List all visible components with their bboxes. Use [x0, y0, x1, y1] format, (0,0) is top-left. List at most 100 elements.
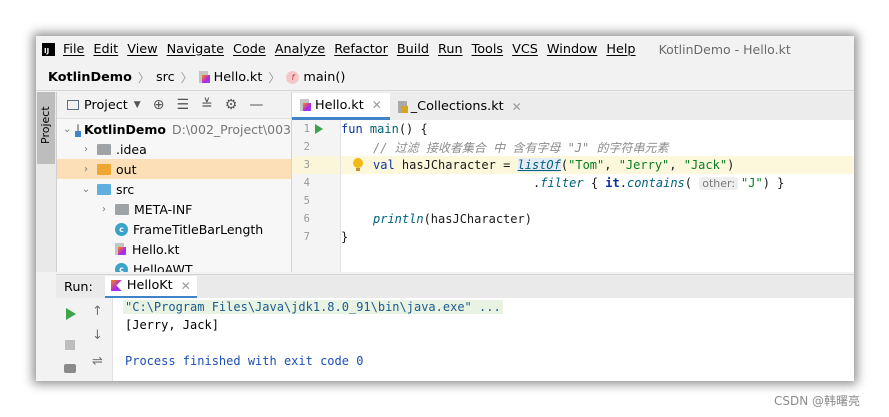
collapse-all-icon[interactable]: ≚	[201, 97, 213, 113]
code-line: val hasJCharacter = listOf("Tom", "Jerry…	[341, 156, 854, 174]
logo-text: IJ	[44, 46, 50, 55]
breadcrumb: KotlinDemo 〉 src 〉 Hello.kt 〉 f main()	[36, 64, 854, 91]
project-panel: Project ▼ ⊕ ☰ ≚ ⚙ — ⌄ KotlinDemo D:\002_…	[57, 92, 292, 272]
keyword: val	[373, 158, 395, 172]
dropdown-caret-icon[interactable]: ▼	[134, 100, 141, 110]
function-name: filter	[540, 176, 584, 190]
tree-item-hello-kt[interactable]: Hello.kt	[57, 239, 291, 259]
soft-wrap-icon[interactable]: ⇌	[92, 354, 103, 369]
minimize-icon[interactable]: —	[249, 97, 263, 113]
locate-target-icon[interactable]: ⊕	[153, 97, 165, 113]
menu-edit[interactable]: Edit	[93, 42, 118, 57]
code-editor[interactable]: fun main() { // 过滤 接收者集合 中 含有字母 "J" 的字符串…	[340, 120, 854, 272]
gear-icon[interactable]: ⚙	[225, 97, 238, 113]
stop-icon[interactable]	[65, 340, 75, 350]
close-icon[interactable]: ✕	[181, 279, 191, 293]
code-line: fun main() {	[341, 120, 854, 138]
library-file-icon	[397, 100, 408, 113]
menu-code[interactable]: Code	[233, 42, 266, 57]
arrow-down-icon[interactable]: ↓	[92, 328, 103, 343]
tree-item-label: META-INF	[134, 201, 193, 217]
tree-item-idea[interactable]: › .idea	[57, 139, 291, 159]
parameter-hint: other:	[699, 176, 739, 190]
arrow-up-icon[interactable]: ↑	[92, 304, 103, 319]
tab-collections-kt[interactable]: _Collections.kt ✕	[390, 93, 530, 120]
run-panel-header: Run: HelloKt ✕	[56, 274, 854, 300]
menu-help[interactable]: Help	[606, 42, 635, 57]
folder-icon	[97, 143, 111, 155]
chevron-right-icon[interactable]: ›	[81, 164, 91, 175]
menu-vcs[interactable]: VCS	[512, 42, 538, 57]
line-number: 4	[303, 177, 310, 189]
watermark: CSDN @韩曙亮	[774, 394, 861, 408]
tree-item-kotlindemo[interactable]: ⌄ KotlinDemo D:\002_Project\003	[57, 119, 291, 139]
code-text: ,	[669, 158, 684, 172]
tree-item-frametitlebarlength[interactable]: c FrameTitleBarLength	[57, 219, 291, 239]
run-gutter-icon[interactable]	[315, 124, 323, 134]
menu-navigate[interactable]: Navigate	[167, 42, 224, 57]
line-number: 6	[303, 213, 310, 225]
project-panel-title[interactable]: Project	[84, 98, 128, 113]
project-view-icon	[67, 100, 79, 110]
code-text: ) }	[762, 176, 785, 190]
tab-label: _Collections.kt	[410, 99, 504, 114]
menu-tools[interactable]: Tools	[472, 42, 504, 57]
editor-tab-bar: Hello.kt ✕ _Collections.kt ✕	[292, 92, 854, 121]
tree-item-helloawt[interactable]: c HelloAWT	[57, 259, 291, 272]
breadcrumb-separator-icon: 〉	[268, 70, 281, 85]
gutter-line: 6	[292, 210, 340, 228]
breadcrumb-folder[interactable]: src	[156, 70, 175, 85]
breadcrumb-file[interactable]: Hello.kt	[214, 70, 263, 85]
tree-item-src[interactable]: ⌄ src	[57, 179, 291, 199]
menu-build[interactable]: Build	[397, 42, 429, 57]
chevron-right-icon[interactable]: ›	[99, 204, 109, 215]
menu-bar: IJ File Edit View Navigate Code Analyze …	[36, 36, 854, 62]
code-text: .	[533, 176, 541, 190]
breadcrumb-project[interactable]: KotlinDemo	[48, 70, 132, 85]
chevron-down-icon[interactable]: ⌄	[63, 124, 71, 135]
project-tool-tab-label: Project	[39, 106, 52, 144]
gutter-line: 1	[292, 120, 340, 138]
console-output[interactable]: "C:\Program Files\Java\jdk1.8.0_91\bin\j…	[113, 298, 854, 381]
menu-window[interactable]: Window	[547, 42, 597, 57]
close-icon[interactable]: ✕	[512, 100, 522, 114]
menu-refactor[interactable]: Refactor	[334, 42, 388, 57]
project-panel-header: Project ▼ ⊕ ☰ ≚ ⚙ —	[57, 92, 291, 119]
project-tool-tab[interactable]: Project	[37, 92, 55, 164]
lightbulb-icon[interactable]	[353, 158, 363, 171]
function-name: println	[373, 212, 424, 226]
kotlin-class-icon: c	[115, 262, 128, 272]
menu-view[interactable]: View	[127, 42, 157, 57]
console-output-line: [Jerry, Jack]	[125, 318, 219, 332]
line-number: 5	[303, 195, 310, 207]
tree-item-out[interactable]: › out	[57, 159, 291, 179]
left-tool-strip: Project	[36, 92, 57, 272]
menu-run[interactable]: Run	[438, 42, 463, 57]
run-tab-hellokt[interactable]: HelloKt ✕	[104, 275, 197, 299]
close-icon[interactable]: ✕	[372, 98, 382, 112]
camera-icon[interactable]	[64, 364, 76, 373]
rerun-play-icon[interactable]	[66, 308, 76, 320]
run-panel-label: Run:	[64, 279, 93, 295]
kotlin-file-icon	[115, 242, 127, 256]
menu-file[interactable]: File	[63, 42, 84, 57]
tree-item-label: KotlinDemo	[84, 121, 166, 137]
chevron-right-icon[interactable]: ›	[81, 144, 91, 155]
tree-item-meta-inf[interactable]: › META-INF	[57, 199, 291, 219]
editor-gutter: 1 2 3 4 5 6 7	[292, 120, 340, 272]
breadcrumb-function[interactable]: main()	[303, 70, 345, 85]
intellij-logo-icon[interactable]: IJ	[42, 42, 55, 56]
code-text: }	[341, 230, 349, 244]
tab-hello-kt[interactable]: Hello.kt ✕	[292, 93, 390, 120]
function-name: contains	[626, 176, 685, 190]
code-text: () {	[398, 122, 428, 136]
gutter-line: 4	[292, 174, 340, 192]
code-text: )	[727, 158, 735, 172]
code-line: // 过滤 接收者集合 中 含有字母 "J" 的字符串元素	[341, 138, 854, 156]
expand-all-icon[interactable]: ☰	[176, 97, 189, 113]
chevron-down-icon[interactable]: ⌄	[81, 184, 91, 195]
code-line: println (hasJCharacter)	[341, 210, 854, 228]
tree-item-label: Hello.kt	[132, 241, 180, 257]
menu-analyze[interactable]: Analyze	[275, 42, 325, 57]
